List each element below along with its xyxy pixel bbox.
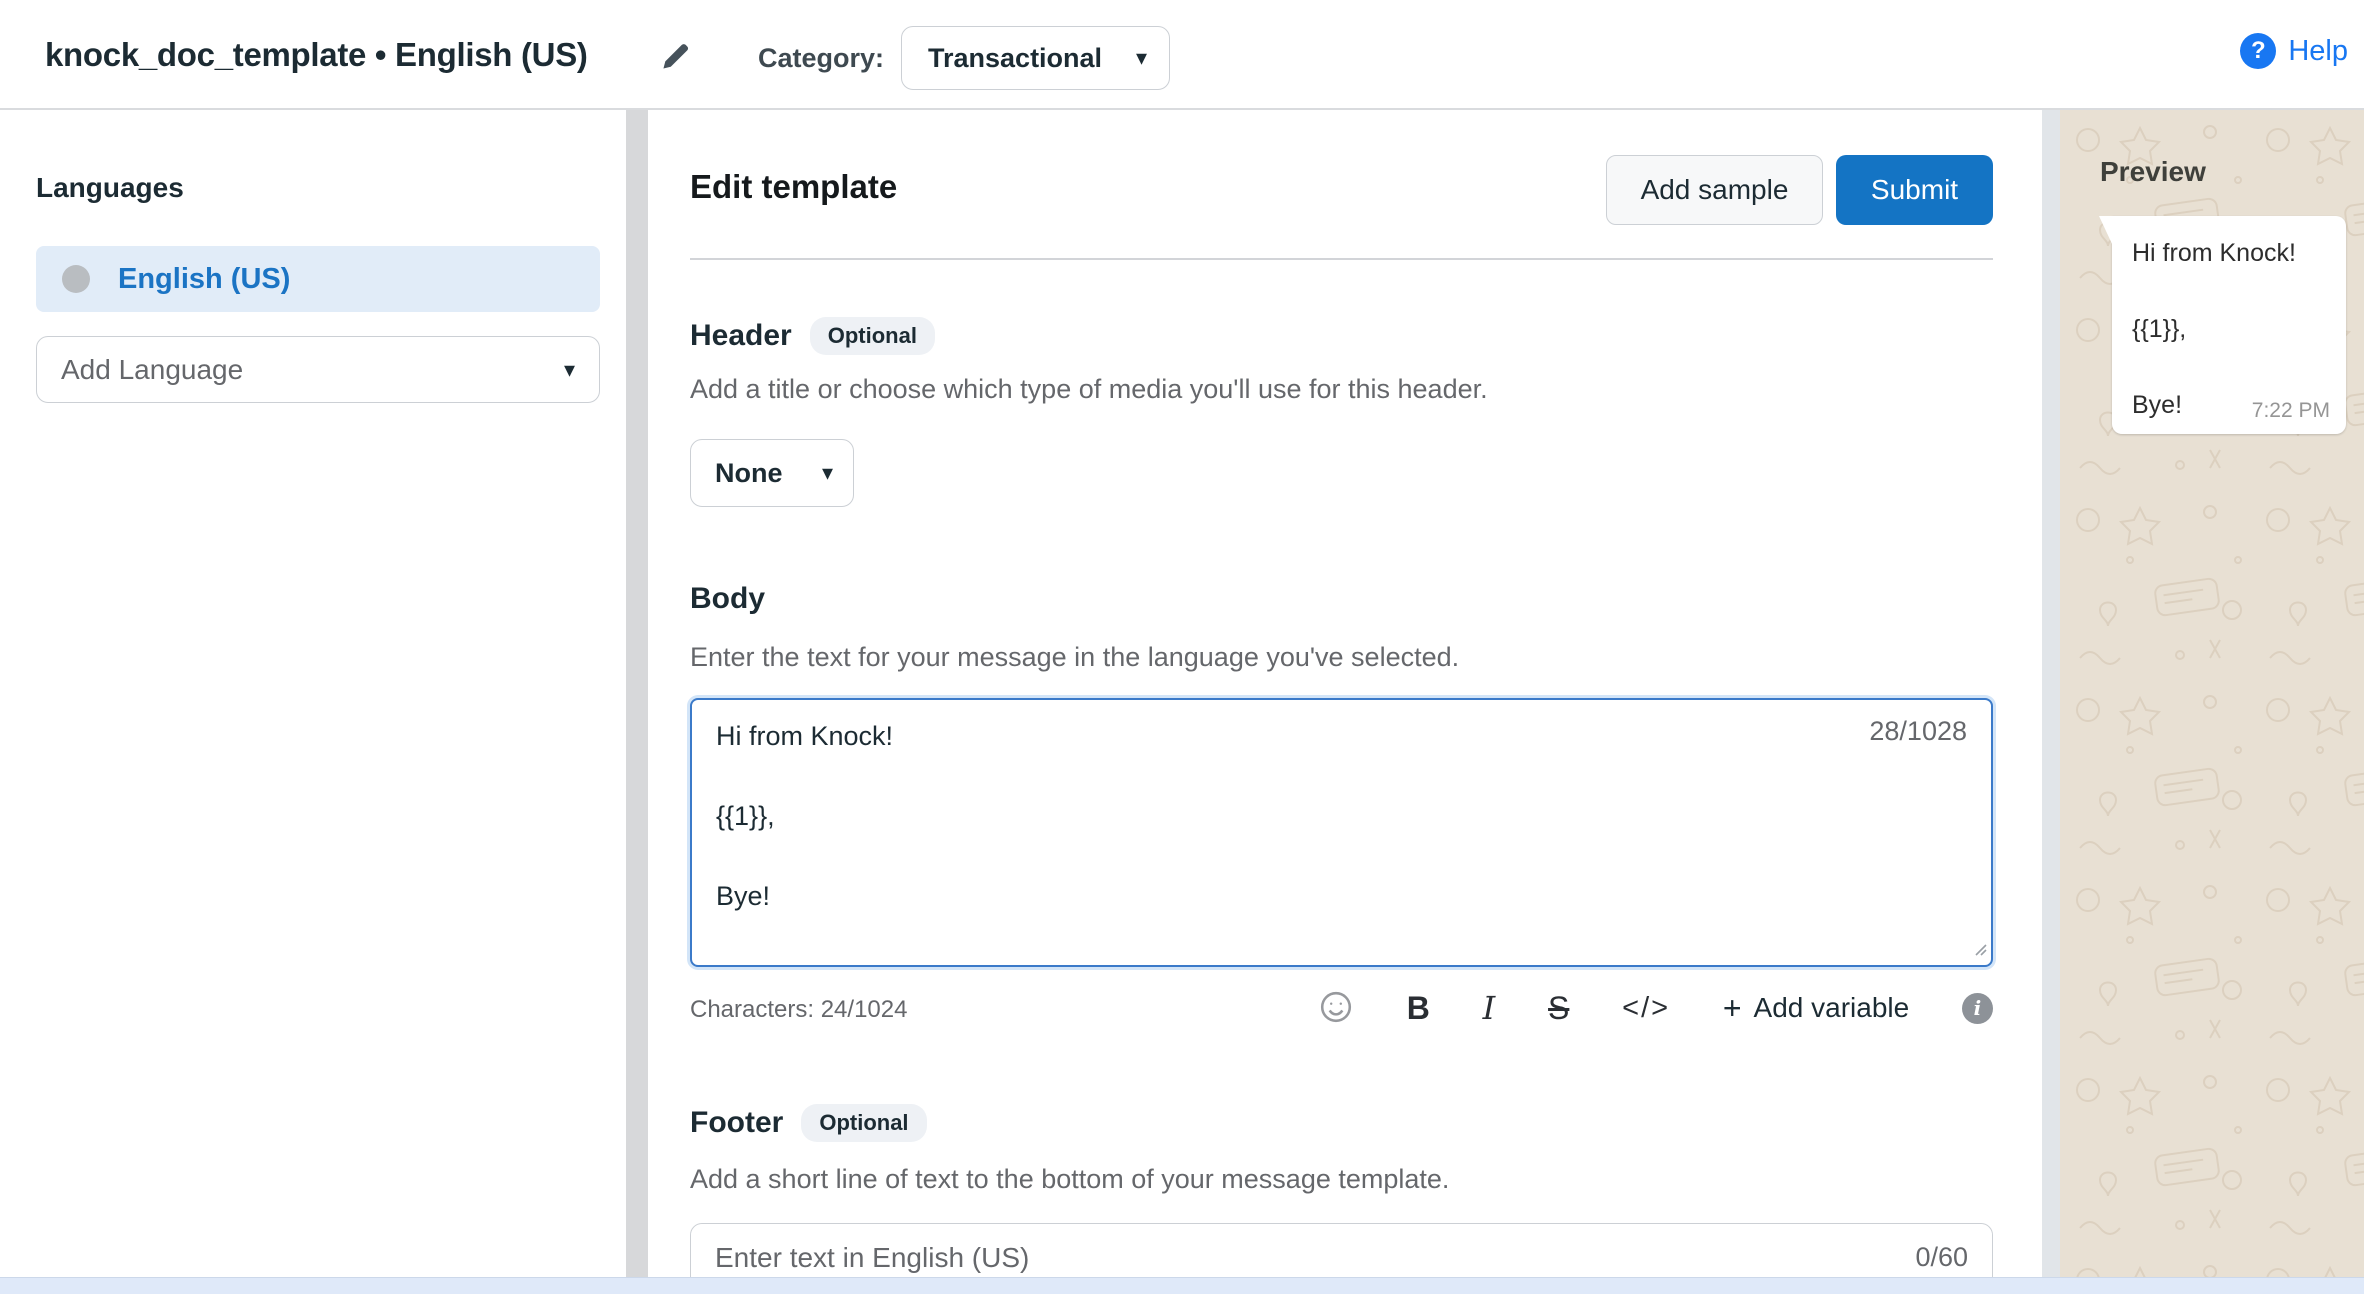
- message-line: Hi from Knock!: [2132, 234, 2326, 272]
- emoji-button[interactable]: [1318, 989, 1354, 1028]
- optional-badge: Optional: [810, 317, 935, 355]
- formatting-toolbar: B I S </> + Add variable i: [1318, 976, 1993, 1040]
- question-mark-icon: ?: [2240, 33, 2276, 69]
- add-variable-label: Add variable: [1754, 992, 1910, 1024]
- category-value: Transactional: [928, 43, 1102, 74]
- footer-char-counter: 0/60: [1915, 1242, 1968, 1273]
- main-scrollbar[interactable]: [2042, 110, 2060, 1277]
- category-label: Category:: [758, 43, 884, 74]
- message-line: {{1}},: [2132, 310, 2326, 348]
- preview-panel: Preview Hi from Knock! {{1}}, Bye! 7:22 …: [2060, 110, 2364, 1277]
- language-status-dot-icon: [62, 265, 90, 293]
- body-textarea[interactable]: Hi from Knock! {{1}}, Bye!: [692, 700, 1991, 965]
- sidebar-scrollbar[interactable]: [626, 110, 648, 1277]
- help-label: Help: [2288, 35, 2348, 68]
- add-variable-button[interactable]: + Add variable: [1723, 990, 1909, 1027]
- help-link[interactable]: ? Help: [2240, 33, 2348, 69]
- header-type-dropdown[interactable]: None ▾: [690, 439, 854, 507]
- body-description: Enter the text for your message in the l…: [690, 642, 1459, 673]
- chevron-down-icon: ▾: [564, 359, 575, 381]
- sidebar-item-english-us[interactable]: English (US): [36, 246, 600, 312]
- message-timestamp: 7:22 PM: [2252, 399, 2330, 423]
- message-body: Hi from Knock! {{1}}, Bye!: [2112, 216, 2346, 424]
- header-description: Add a title or choose which type of medi…: [690, 374, 1488, 405]
- body-title: Body: [690, 582, 765, 616]
- footer-description: Add a short line of text to the bottom o…: [690, 1164, 1449, 1195]
- category-dropdown[interactable]: Transactional ▾: [901, 26, 1170, 90]
- plus-icon: +: [1723, 990, 1742, 1027]
- section-divider: [690, 258, 1993, 260]
- header-type-value: None: [715, 458, 783, 489]
- preview-heading: Preview: [2100, 156, 2206, 188]
- header-section-heading: Header Optional: [690, 317, 935, 355]
- edit-name-button[interactable]: [655, 38, 695, 78]
- chevron-down-icon: ▾: [1136, 47, 1147, 69]
- characters-count-label: Characters: 24/1024: [690, 996, 907, 1024]
- body-text-field: Hi from Knock! {{1}}, Bye! 28/1028: [690, 698, 1993, 967]
- body-char-counter: 28/1028: [1869, 716, 1967, 747]
- pencil-icon: [658, 62, 692, 77]
- footer-text-field: 0/60: [690, 1223, 1993, 1277]
- language-label: English (US): [118, 263, 290, 296]
- add-language-placeholder: Add Language: [61, 354, 243, 386]
- footer-section-heading: Footer Optional: [690, 1104, 927, 1142]
- footer-input[interactable]: [691, 1224, 1992, 1277]
- edit-template-panel: Edit template Add sample Submit Header O…: [648, 110, 2042, 1277]
- italic-button[interactable]: I: [1483, 989, 1496, 1027]
- template-editor-app: knock_doc_template • English (US) Catego…: [0, 0, 2364, 1294]
- page-bottom-strip: [0, 1277, 2364, 1294]
- footer-title: Footer: [690, 1106, 783, 1140]
- optional-badge: Optional: [801, 1104, 926, 1142]
- code-button[interactable]: </>: [1622, 992, 1670, 1025]
- body-section-heading: Body: [690, 582, 765, 616]
- languages-sidebar: Languages English (US) Add Language ▾: [0, 110, 626, 1277]
- header-title: Header: [690, 319, 792, 353]
- strikethrough-button[interactable]: S: [1548, 990, 1569, 1027]
- message-bubble: Hi from Knock! {{1}}, Bye! 7:22 PM: [2112, 216, 2346, 434]
- top-bar: knock_doc_template • English (US) Catego…: [0, 0, 2364, 110]
- submit-button[interactable]: Submit: [1836, 155, 1993, 225]
- template-title: knock_doc_template • English (US): [45, 36, 588, 74]
- add-sample-button[interactable]: Add sample: [1606, 155, 1823, 225]
- page-title: Edit template: [690, 168, 897, 206]
- languages-heading: Languages: [36, 172, 184, 204]
- bold-button[interactable]: B: [1407, 990, 1430, 1027]
- resize-handle[interactable]: [1970, 939, 1988, 962]
- add-language-dropdown[interactable]: Add Language ▾: [36, 336, 600, 403]
- bubble-tail-icon: [2099, 216, 2113, 246]
- smiley-icon: [1318, 989, 1354, 1028]
- info-icon[interactable]: i: [1962, 993, 1993, 1024]
- chevron-down-icon: ▾: [822, 462, 833, 484]
